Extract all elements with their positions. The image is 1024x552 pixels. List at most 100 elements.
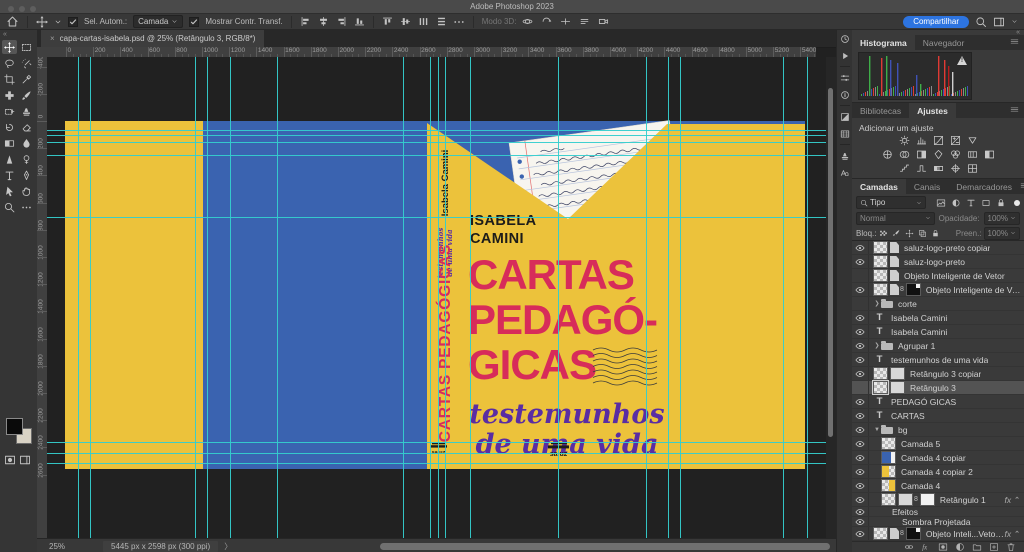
photo-filter-adjustment-icon[interactable] [932, 149, 945, 160]
hue-saturation-adjustment-icon[interactable] [881, 149, 894, 160]
delete-layer-icon[interactable] [1006, 542, 1016, 552]
vector-mask-thumbnail[interactable] [890, 367, 905, 380]
layer-visibility-eye-icon[interactable] [852, 517, 869, 526]
foreground-color-swatch[interactable] [6, 418, 23, 435]
fill-value[interactable]: 100% [984, 227, 1020, 240]
dodge-tool[interactable] [19, 152, 34, 166]
layer-thumbnail[interactable] [881, 451, 896, 464]
distribute-v-icon[interactable] [436, 16, 447, 27]
curves-adjustment-icon[interactable] [932, 135, 945, 146]
layer-row[interactable]: ❯corte [852, 297, 1024, 311]
lock-all-icon[interactable] [930, 228, 941, 239]
quick-mask-icon[interactable] [4, 454, 16, 466]
smart-filter-icon[interactable] [995, 197, 1006, 208]
align-right-icon[interactable] [336, 16, 347, 27]
blur-tool[interactable] [19, 136, 34, 150]
layer-row[interactable]: Camada 4 [852, 479, 1024, 493]
layer-name[interactable]: CARTAS [891, 411, 925, 421]
lock-transparent-icon[interactable] [878, 228, 889, 239]
layer-thumbnail[interactable] [873, 381, 888, 394]
layer-name[interactable]: Retângulo 1 [940, 495, 986, 505]
panel-menu-icon[interactable] [1010, 37, 1019, 48]
auto-select-dropdown[interactable]: Camada [133, 15, 183, 28]
layer-name[interactable]: bg [898, 425, 907, 435]
layer-visibility-eye-icon[interactable] [852, 409, 869, 422]
edit-toolbar[interactable] [19, 200, 34, 214]
sharpen-tool[interactable] [2, 152, 17, 166]
glyphs-panel-icon[interactable] [837, 164, 853, 181]
layer-name[interactable]: Retângulo 3 copiar [910, 369, 981, 379]
eyedropper-tool[interactable] [19, 72, 34, 86]
pixel-filter-icon[interactable] [935, 197, 946, 208]
layer-row[interactable]: Efeitos [852, 507, 1024, 517]
share-button[interactable]: Compartilhar [903, 16, 969, 28]
panel-menu-icon[interactable] [1010, 105, 1019, 116]
lock-artboard-icon[interactable] [917, 228, 928, 239]
lock-position-icon[interactable] [904, 228, 915, 239]
layer-visibility-eye-icon[interactable] [852, 437, 869, 450]
gradient-map-adjustment-icon[interactable] [932, 163, 945, 174]
tab-camadas[interactable]: Camadas [852, 179, 906, 194]
history-brush-tool[interactable] [2, 120, 17, 134]
clone-source-panel-icon[interactable] [837, 147, 853, 164]
auto-select-checkbox[interactable] [68, 17, 78, 27]
layer-row[interactable]: TIsabela Camini [852, 325, 1024, 339]
exposure-adjustment-icon[interactable] [949, 135, 962, 146]
layer-name[interactable]: Objeto Inteligente de Vetor [904, 271, 1005, 281]
align-center-h-icon[interactable] [400, 16, 411, 27]
layer-visibility-empty[interactable] [852, 269, 869, 282]
vertical-scrollbar-thumb[interactable] [828, 88, 833, 437]
layer-row[interactable]: 8Objeto Inteligente de Vetor [852, 283, 1024, 297]
character-panel-icon[interactable] [837, 125, 853, 142]
layer-thumbnail[interactable] [873, 255, 888, 268]
layer-row[interactable]: Retângulo 3 [852, 381, 1024, 395]
layer-name[interactable]: Camada 4 [901, 481, 940, 491]
channel-mixer-adjustment-icon[interactable] [949, 149, 962, 160]
new-group-icon[interactable] [972, 542, 982, 552]
layer-visibility-eye-icon[interactable] [852, 493, 869, 506]
link-layers-icon[interactable] [904, 542, 914, 552]
properties-panel-icon[interactable] [837, 69, 853, 86]
actions-panel-icon[interactable] [837, 47, 853, 64]
chevron-down-icon[interactable] [1011, 18, 1018, 25]
close-tab-icon[interactable]: × [50, 34, 55, 43]
layer-mask-thumbnail[interactable] [906, 283, 921, 296]
document-tab[interactable]: × capa-cartas-isabela.psd @ 25% (Retângu… [41, 30, 264, 47]
layer-visibility-eye-icon[interactable] [852, 479, 869, 492]
history-panel-icon[interactable] [837, 30, 853, 47]
layer-name[interactable]: Agrupar 1 [898, 341, 935, 351]
mask-link-icon[interactable]: 8 [900, 286, 904, 293]
collapse-tools-icon[interactable]: « [3, 31, 7, 38]
lasso-tool[interactable] [2, 56, 17, 70]
layer-row[interactable]: TPEDAGÓ GICAS [852, 395, 1024, 409]
eraser-tool[interactable] [19, 120, 34, 134]
vector-mask-thumbnail[interactable] [898, 493, 913, 506]
zoom-level[interactable]: 25% [49, 542, 65, 551]
mask-link-icon[interactable]: 8 [900, 530, 904, 537]
layer-name[interactable]: testemunhos de uma vida [891, 355, 988, 365]
canvas-viewport[interactable]: ISABELA CAMINI CARTAS PEDAGÓ- GICAS [47, 57, 826, 538]
swatches-panel-icon[interactable] [837, 108, 853, 125]
layer-name[interactable]: Camada 5 [901, 439, 940, 449]
filter-toggle[interactable] [1014, 200, 1020, 206]
warning-icon[interactable]: ! [957, 56, 967, 65]
layer-thumbnail[interactable] [881, 479, 896, 492]
layer-row[interactable]: 8Retângulo 1fx⌃ [852, 493, 1024, 507]
layer-name[interactable]: saluz-logo-preto [904, 257, 965, 267]
gradient-tool[interactable] [2, 136, 17, 150]
layer-visibility-eye-icon[interactable] [852, 367, 869, 380]
more-options-icon[interactable] [453, 16, 465, 28]
type-tool[interactable] [2, 168, 17, 182]
tab-demarcadores[interactable]: Demarcadores [948, 179, 1020, 194]
left-flap[interactable] [65, 121, 203, 469]
layer-row[interactable]: saluz-logo-preto [852, 255, 1024, 269]
layer-visibility-eye-icon[interactable] [852, 353, 869, 366]
folder-disclosure-icon[interactable]: ▼ [873, 427, 881, 433]
vibrance-adjustment-icon[interactable] [966, 135, 979, 146]
healing-brush-tool[interactable] [2, 88, 17, 102]
layer-style-icon[interactable]: fx [921, 542, 931, 552]
layer-row[interactable]: Retângulo 3 copiar [852, 367, 1024, 381]
layer-mask-thumbnail[interactable] [906, 527, 921, 540]
workspace-icon[interactable] [993, 16, 1005, 28]
tab-canais[interactable]: Canais [906, 179, 948, 194]
